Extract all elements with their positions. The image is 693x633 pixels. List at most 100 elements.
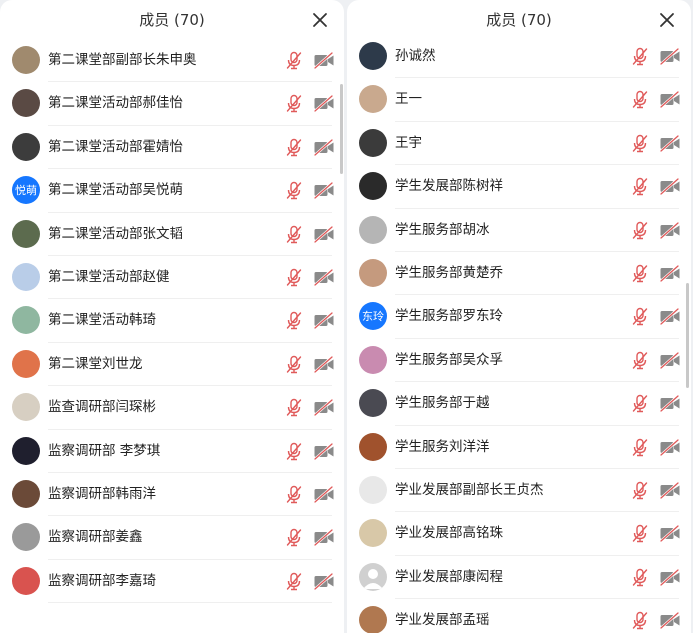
mic-muted-icon[interactable]: [285, 528, 303, 547]
member-name: 监察调研部姜鑫: [48, 529, 143, 546]
member-row[interactable]: 第二课堂活动部霍婧怡: [0, 126, 344, 170]
camera-off-icon[interactable]: [659, 438, 681, 456]
mic-muted-icon[interactable]: [631, 134, 649, 153]
camera-off-icon[interactable]: [313, 52, 335, 69]
avatar: [359, 42, 387, 70]
member-name: 第二课堂活动部张文韬: [48, 225, 183, 242]
camera-off-icon[interactable]: [313, 442, 335, 460]
avatar: [359, 215, 387, 244]
mic-muted-icon[interactable]: [631, 264, 649, 283]
mic-muted-icon[interactable]: [631, 568, 649, 587]
camera-off-icon[interactable]: [659, 568, 681, 586]
member-row[interactable]: 第二课堂部副部长朱申奥: [0, 39, 344, 83]
mic-muted-icon[interactable]: [631, 611, 649, 630]
member-row[interactable]: 学生发展部陈树祥: [347, 165, 691, 209]
member-row[interactable]: 监查调研部闫琛彬: [0, 386, 344, 430]
camera-off-icon[interactable]: [659, 91, 681, 109]
camera-off-icon[interactable]: [659, 612, 681, 630]
mic-muted-icon[interactable]: [285, 485, 303, 504]
member-row[interactable]: 监察调研部李嘉琦: [0, 560, 344, 604]
camera-off-icon[interactable]: [659, 264, 681, 282]
camera-off-icon[interactable]: [313, 182, 335, 200]
mic-muted-icon[interactable]: [285, 572, 303, 591]
scrollbar[interactable]: [340, 84, 343, 174]
camera-off-icon[interactable]: [659, 351, 681, 369]
mic-muted-icon[interactable]: [285, 225, 303, 244]
camera-off-icon[interactable]: [659, 178, 681, 196]
camera-off-icon[interactable]: [313, 225, 335, 243]
camera-off-icon[interactable]: [313, 485, 335, 503]
camera-off-icon[interactable]: [313, 572, 335, 590]
camera-off-icon[interactable]: [659, 525, 681, 543]
member-row[interactable]: 第二课堂活动部张文韬: [0, 213, 344, 257]
member-panel-left: 成员 (70) 第二课堂部副部长朱申奥 第二课堂活动部郝佳怡 第二课堂活动部霍婧怡悦…: [0, 0, 344, 633]
member-row[interactable]: 学业发展部副部长王贞杰: [347, 469, 691, 513]
camera-off-icon[interactable]: [313, 399, 335, 417]
mic-muted-icon[interactable]: [631, 394, 649, 413]
member-name: 学生服务刘洋洋: [395, 438, 490, 455]
mic-muted-icon[interactable]: [631, 307, 649, 326]
mic-muted-icon[interactable]: [285, 138, 303, 157]
member-name: 监察调研部 李梦琪: [48, 442, 161, 459]
member-row[interactable]: 学生服务部于越: [347, 382, 691, 426]
mic-muted-icon[interactable]: [285, 355, 303, 374]
member-row[interactable]: 学业发展部高铭珠: [347, 512, 691, 557]
member-row[interactable]: 监察调研部姜鑫: [0, 516, 344, 561]
mic-muted-icon[interactable]: [285, 268, 303, 287]
camera-off-icon[interactable]: [313, 529, 335, 547]
camera-off-icon[interactable]: [659, 308, 681, 326]
member-name: 学生服务部胡冰: [395, 221, 490, 238]
avatar: [359, 562, 387, 591]
camera-off-icon[interactable]: [659, 48, 681, 65]
member-row[interactable]: 学生服务部吴众孚: [347, 339, 691, 383]
mic-muted-icon[interactable]: [285, 181, 303, 200]
camera-off-icon[interactable]: [313, 355, 335, 373]
camera-off-icon[interactable]: [659, 134, 681, 152]
camera-off-icon[interactable]: [659, 481, 681, 499]
camera-off-icon[interactable]: [313, 138, 335, 156]
member-row[interactable]: 学生服务刘洋洋: [347, 426, 691, 470]
member-row[interactable]: 第二课堂活动韩琦: [0, 299, 344, 344]
mic-muted-icon[interactable]: [631, 221, 649, 240]
camera-off-icon[interactable]: [313, 95, 335, 113]
member-row[interactable]: 学业发展部孟瑶: [347, 599, 691, 633]
member-row[interactable]: 王一: [347, 78, 691, 123]
camera-off-icon[interactable]: [313, 268, 335, 286]
mic-muted-icon[interactable]: [631, 524, 649, 543]
member-row[interactable]: 监察调研部韩雨洋: [0, 473, 344, 517]
mic-muted-icon[interactable]: [631, 177, 649, 196]
mic-muted-icon[interactable]: [285, 311, 303, 330]
camera-off-icon[interactable]: [313, 312, 335, 330]
camera-off-icon[interactable]: [659, 221, 681, 239]
camera-off-icon[interactable]: [659, 395, 681, 413]
mic-muted-icon[interactable]: [631, 90, 649, 109]
member-name: 王宇: [395, 134, 422, 151]
member-row[interactable]: 孙诚然: [347, 35, 691, 79]
member-row[interactable]: 第二课堂活动部赵健: [0, 256, 344, 300]
member-row[interactable]: 第二课堂活动部郝佳怡: [0, 82, 344, 127]
member-name: 孙诚然: [395, 48, 436, 64]
mic-muted-icon[interactable]: [631, 481, 649, 500]
member-name: 第二课堂活动部霍婧怡: [48, 138, 183, 155]
member-row[interactable]: 第二课堂刘世龙: [0, 343, 344, 387]
member-row[interactable]: 学生服务部胡冰: [347, 209, 691, 253]
member-row[interactable]: 监察调研部 李梦琪: [0, 430, 344, 474]
member-row[interactable]: 王宇: [347, 122, 691, 166]
member-row[interactable]: 东玲 学生服务部罗东玲: [347, 295, 691, 340]
mic-muted-icon[interactable]: [285, 94, 303, 113]
member-row[interactable]: 学生服务部黄楚乔: [347, 252, 691, 296]
member-row[interactable]: 悦萌 第二课堂活动部吴悦萌: [0, 169, 344, 213]
member-row[interactable]: 学业发展部康闳程: [347, 556, 691, 600]
scrollbar[interactable]: [686, 283, 689, 388]
mic-muted-icon[interactable]: [285, 398, 303, 417]
mic-muted-icon[interactable]: [285, 51, 303, 70]
close-icon[interactable]: [657, 10, 677, 30]
member-name: 学业发展部副部长王贞杰: [395, 481, 544, 498]
close-icon[interactable]: [310, 10, 330, 30]
avatar: [359, 85, 387, 114]
member-name: 监察调研部韩雨洋: [48, 485, 156, 502]
mic-muted-icon[interactable]: [631, 438, 649, 457]
mic-muted-icon[interactable]: [631, 351, 649, 370]
mic-muted-icon[interactable]: [631, 47, 649, 66]
mic-muted-icon[interactable]: [285, 442, 303, 461]
